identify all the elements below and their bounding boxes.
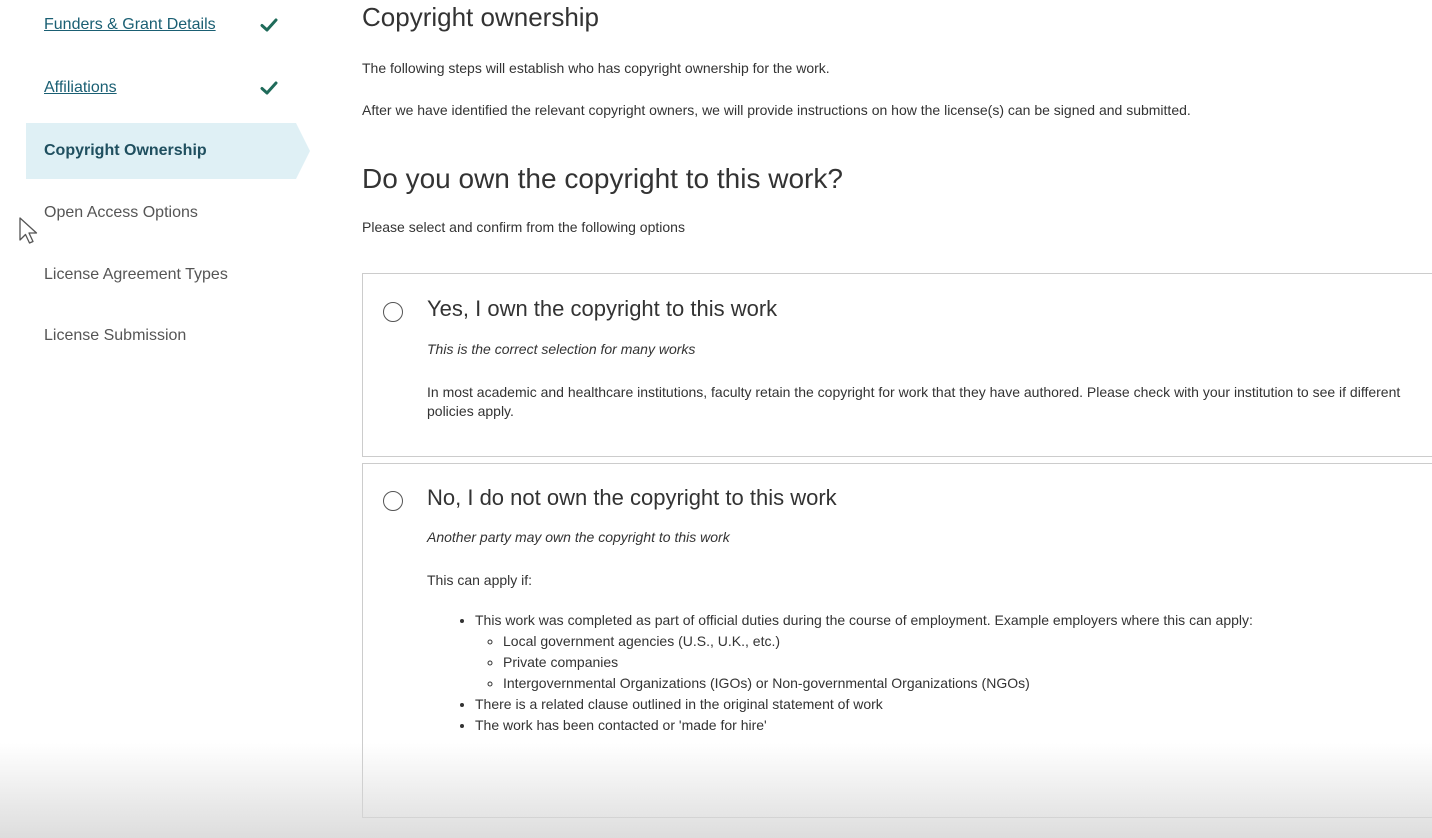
checkmark-icon <box>260 18 278 32</box>
sidebar-item-label: License Agreement Types <box>44 266 228 283</box>
sidebar-item-license-types: License Agreement Types <box>26 247 296 303</box>
option-title-no[interactable]: No, I do not own the copyright to this w… <box>427 485 837 511</box>
question-heading: Do you own the copyright to this work? <box>362 163 843 194</box>
list-item: Local government agencies (U.S., U.K., e… <box>503 631 1410 652</box>
option-subtitle-yes: This is the correct selection for many w… <box>427 341 696 357</box>
radio-no[interactable] <box>383 491 403 511</box>
sidebar-item-open-access: Open Access Options <box>26 185 296 241</box>
option-card-yes[interactable]: Yes, I own the copyright to this work Th… <box>362 273 1432 457</box>
sidebar-item-label[interactable]: Affiliations <box>44 79 117 97</box>
sidebar-item-funders[interactable]: Funders & Grant Details <box>26 0 296 53</box>
list-item: Private companies <box>503 652 1410 673</box>
option-description-no: This can apply if: <box>427 572 533 588</box>
option-description-yes: In most academic and healthcare institut… <box>427 384 1401 419</box>
intro-text-2: After we have identified the relevant co… <box>362 102 1191 118</box>
conditions-list: This work was completed as part of offic… <box>427 610 1410 736</box>
sidebar-item-license-submission: License Submission <box>26 308 296 364</box>
employer-examples-list: Local government agencies (U.S., U.K., e… <box>475 631 1410 694</box>
checkmark-icon <box>260 81 278 95</box>
instruction-text: Please select and confirm from the follo… <box>362 219 685 235</box>
intro-text: The following steps will establish who h… <box>362 60 830 76</box>
option-card-no[interactable]: No, I do not own the copyright to this w… <box>362 463 1432 818</box>
sidebar-item-affiliations[interactable]: Affiliations <box>26 60 296 116</box>
list-item-text: This work was completed as part of offic… <box>475 612 1253 628</box>
sidebar: Funders & Grant Details Affiliations Cop… <box>0 0 310 838</box>
option-subtitle-no: Another party may own the copyright to t… <box>427 529 730 545</box>
radio-yes[interactable] <box>383 302 403 322</box>
option-title-yes[interactable]: Yes, I own the copyright to this work <box>427 296 777 322</box>
list-item: This work was completed as part of offic… <box>475 610 1410 694</box>
mouse-cursor-icon <box>19 217 38 244</box>
list-item: Intergovernmental Organizations (IGOs) o… <box>503 673 1410 694</box>
sidebar-item-label: License Submission <box>44 327 187 344</box>
sidebar-item-label[interactable]: Funders & Grant Details <box>44 16 216 34</box>
list-item: The work has been contacted or 'made for… <box>475 715 1410 736</box>
sidebar-item-copyright-ownership[interactable]: Copyright Ownership <box>26 123 310 179</box>
list-item: There is a related clause outlined in th… <box>475 694 1410 715</box>
page-title: Copyright ownership <box>362 2 600 32</box>
sidebar-item-label: Copyright Ownership <box>44 142 207 159</box>
sidebar-item-label: Open Access Options <box>44 204 198 221</box>
